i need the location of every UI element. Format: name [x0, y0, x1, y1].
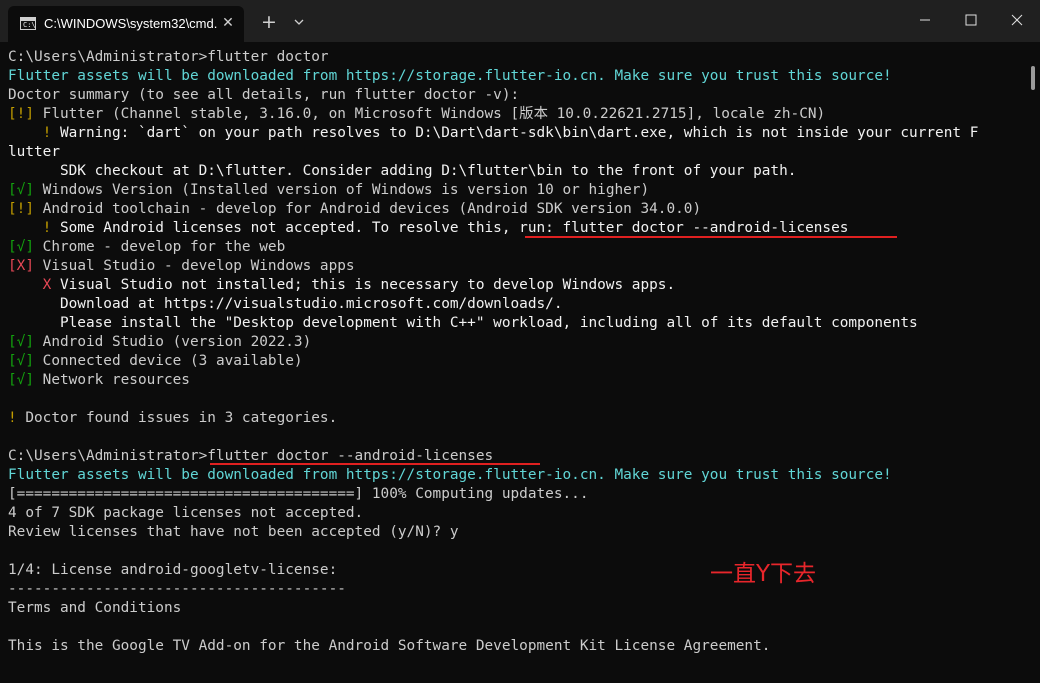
chevron-down-icon[interactable]: [289, 10, 309, 34]
console-line: Review licenses that have not been accep…: [8, 524, 459, 540]
new-tab-button[interactable]: +: [255, 10, 283, 34]
console-line: [√] Connected device (3 available): [8, 353, 303, 369]
console-line: [!] Flutter (Channel stable, 3.16.0, on …: [8, 106, 826, 122]
status-mark-warning: !: [8, 410, 26, 426]
console-line: Flutter assets will be downloaded from h…: [8, 68, 892, 84]
console-line: 4 of 7 SDK package licenses not accepted…: [8, 505, 364, 521]
console-line: Flutter assets will be downloaded from h…: [8, 467, 892, 483]
console-line: [=======================================…: [8, 486, 589, 502]
console-line: [X] Visual Studio - develop Windows apps: [8, 258, 355, 274]
console-line: Doctor summary (to see all details, run …: [8, 87, 520, 103]
console-line: X Visual Studio not installed; this is n…: [8, 277, 676, 293]
close-window-button[interactable]: [994, 0, 1040, 40]
console-line: SDK checkout at D:\flutter. Consider add…: [8, 163, 797, 179]
minimize-button[interactable]: [902, 0, 948, 40]
red-underline-annotation: [210, 463, 540, 465]
console-line: Download at https://visualstudio.microso…: [8, 296, 563, 312]
console-line: ! Doctor found issues in 3 categories.: [8, 410, 338, 426]
title-bar: C:\ C:\WINDOWS\system32\cmd. ✕ +: [0, 0, 1040, 42]
close-tab-button[interactable]: ✕: [218, 13, 238, 33]
maximize-button[interactable]: [948, 0, 994, 40]
console-line: ---------------------------------------: [8, 581, 346, 597]
status-mark-ok: [√]: [8, 239, 34, 255]
console-line: lutter: [8, 144, 60, 160]
status-mark-error: [X]: [8, 258, 34, 274]
terminal-tab[interactable]: C:\ C:\WINDOWS\system32\cmd. ✕: [8, 6, 244, 42]
console-line: Terms and Conditions: [8, 600, 182, 616]
status-mark-warning: [!]: [8, 106, 34, 122]
console-line: Please install the "Desktop development …: [8, 315, 918, 331]
status-mark-warning: !: [8, 220, 60, 236]
status-mark-warning: !: [8, 125, 60, 141]
cmd-icon: C:\: [20, 17, 36, 30]
console-line: This is the Google TV Add-on for the And…: [8, 638, 771, 654]
console-line: [!] Android toolchain - develop for Andr…: [8, 201, 702, 217]
console-line: [√] Windows Version (Installed version o…: [8, 182, 650, 198]
console-line: [√] Android Studio (version 2022.3): [8, 334, 312, 350]
handwritten-note: 一直Y下去: [710, 561, 817, 587]
console-line: 1/4: License android-googletv-license:: [8, 562, 338, 578]
scrollbar-thumb[interactable]: [1031, 66, 1035, 90]
status-mark-ok: [√]: [8, 182, 34, 198]
status-mark-ok: [√]: [8, 372, 34, 388]
console-line: ! Warning: `dart` on your path resolves …: [8, 125, 979, 141]
tab-title: C:\WINDOWS\system32\cmd.: [44, 16, 218, 31]
red-underline-annotation: [525, 236, 897, 238]
console-line: [√] Network resources: [8, 372, 190, 388]
status-mark-ok: [√]: [8, 353, 34, 369]
console-output[interactable]: C:\Users\Administrator>flutter doctor Fl…: [0, 42, 1030, 683]
console-line: C:\Users\Administrator>flutter doctor: [8, 49, 329, 65]
console-line: [√] Chrome - develop for the web: [8, 239, 286, 255]
status-mark-warning: [!]: [8, 201, 34, 217]
status-mark-error: X: [8, 277, 60, 293]
status-mark-ok: [√]: [8, 334, 34, 350]
